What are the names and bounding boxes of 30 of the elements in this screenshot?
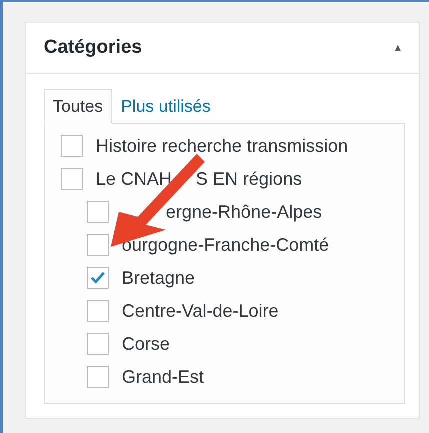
category-row[interactable]: Bretagne: [61, 266, 394, 290]
category-row[interactable]: Grand-Est: [61, 365, 394, 389]
category-row[interactable]: Histoire recherche transmission: [61, 134, 394, 158]
category-row[interactable]: ergne-Rhône-Alpes: [61, 200, 394, 224]
category-label: Grand-Est: [122, 366, 204, 388]
checkmark-icon: [90, 271, 106, 285]
category-label: Centre-Val-de-Loire: [122, 300, 279, 322]
checkbox[interactable]: [87, 201, 109, 223]
category-label: Corse: [122, 334, 170, 354]
category-label: ourgogne-Franche-Comté: [122, 234, 330, 256]
category-label-fragment: S EN régions: [196, 168, 302, 188]
checkbox[interactable]: [61, 168, 83, 190]
panel-title: Catégories: [44, 37, 142, 59]
tab[interactable]: Toutes: [44, 89, 112, 124]
category-label: Histoire recherche transmission: [96, 136, 348, 156]
checkbox[interactable]: [87, 300, 109, 322]
category-row[interactable]: Corse: [61, 332, 394, 356]
category-label: ergne-Rhône-Alpes: [165, 202, 322, 222]
checkbox[interactable]: [87, 267, 109, 289]
collapse-toggle[interactable]: ▲: [393, 42, 403, 54]
tab[interactable]: Plus utilisés: [112, 89, 220, 124]
checkbox[interactable]: [87, 333, 109, 355]
category-label: Bretagne: [122, 268, 196, 288]
checkbox[interactable]: [61, 135, 83, 157]
checkbox[interactable]: [87, 366, 109, 388]
category-label-fragment: Le CNAH: [96, 168, 172, 188]
category-row[interactable]: Le CNAH S EN régions: [61, 167, 394, 191]
category-row[interactable]: Centre-Val-de-Loire: [61, 299, 394, 323]
category-row[interactable]: ourgogne-Franche-Comté: [61, 233, 394, 257]
checkbox[interactable]: [87, 234, 109, 256]
